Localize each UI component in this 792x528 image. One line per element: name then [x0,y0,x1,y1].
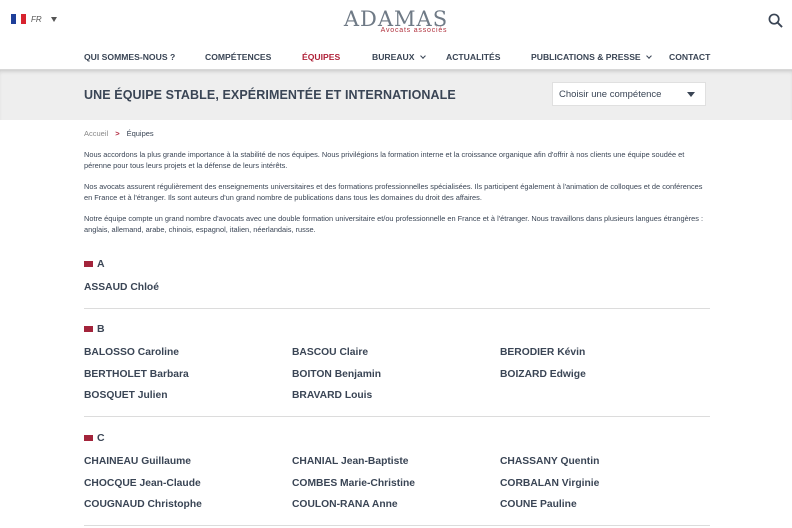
nav-item-label: COMPÉTENCES [205,52,272,62]
section-divider [84,416,710,417]
team-member-link[interactable]: COULON-RANA Anne [292,499,398,510]
nav-item-label: BUREAUX [372,52,415,62]
intro-paragraph: Nos avocats assurent régulièrement des e… [84,182,703,202]
competence-select[interactable]: Choisir une compétence [552,82,706,106]
nav-item-2[interactable]: COMPÉTENCES [205,52,271,62]
nav-item-3[interactable]: ÉQUIPES [302,52,340,62]
team-member-link[interactable]: BERODIER Kévin [500,347,585,358]
team-member-link[interactable]: CHANIAL Jean-Baptiste [292,456,409,467]
nav-item-label: CONTACT [669,52,711,62]
nav-item-label: QUI SOMMES-NOUS ? [84,52,176,62]
team-member-link[interactable]: COUGNAUD Christophe [84,499,202,510]
caret-down-icon [687,92,695,97]
nav-item-label: PUBLICATIONS & PRESSE [531,52,641,62]
team-member-link[interactable]: CORBALAN Virginie [500,478,599,489]
letter-label: B [97,323,105,335]
letter-heading: B [84,323,105,335]
logo-sub-text: Avocats associés [380,27,448,34]
nav-item-4[interactable]: BUREAUX [372,52,426,62]
team-member-link[interactable]: COUNE Pauline [500,499,577,510]
adamas-logo[interactable]: ADAMAS Avocats associés [0,8,792,34]
intro-paragraph: Notre équipe compte un grand nombre d'av… [84,214,704,234]
nav-item-label: ACTUALITÉS [446,52,501,62]
team-member-link[interactable]: BOSQUET Julien [84,390,168,401]
nav-item-7[interactable]: CONTACT [669,52,710,62]
intro-paragraph: Nous accordons la plus grande importance… [84,150,685,170]
nav-item-label: ÉQUIPES [302,52,341,62]
nav-item-1[interactable]: QUI SOMMES-NOUS ? [84,52,175,62]
team-member-link[interactable]: ASSAUD Chloé [84,282,159,293]
main-navigation: QUI SOMMES-NOUS ? COMPÉTENCES ÉQUIPES BUREA… [0,52,792,69]
breadcrumb: Accueil > Équipes [84,129,154,138]
breadcrumb-separator: > [115,129,120,138]
letter-marker-icon [84,435,93,441]
section-divider [84,525,710,526]
letter-marker-icon [84,326,93,332]
team-member-link[interactable]: BOITON Benjamin [292,369,381,380]
breadcrumb-home-link[interactable]: Accueil [84,129,108,138]
team-member-link[interactable]: CHAINEAU Guillaume [84,456,191,467]
nav-item-5[interactable]: ACTUALITÉS [446,52,500,62]
nav-item-6[interactable]: PUBLICATIONS & PRESSE [531,52,652,62]
team-member-link[interactable]: BALOSSO Caroline [84,347,179,358]
section-divider [84,308,710,309]
team-member-link[interactable]: CHASSANY Quentin [500,456,599,467]
team-member-link[interactable]: BERTHOLET Barbara [84,369,189,380]
letter-marker-icon [84,261,93,267]
team-member-link[interactable]: CHOCQUE Jean-Claude [84,478,201,489]
letter-heading: A [84,258,105,270]
letter-label: A [97,258,105,270]
search-icon[interactable] [768,13,783,28]
page-title: UNE ÉQUIPE STABLE, EXPÉRIMENTÉE ET INTER… [84,88,456,102]
breadcrumb-current: Équipes [126,129,154,138]
competence-select-value: Choisir une compétence [559,88,662,100]
team-member-link[interactable]: BOIZARD Edwige [500,369,586,380]
letter-label: C [97,432,105,444]
letter-heading: C [84,432,105,444]
team-member-link[interactable]: COMBES Marie-Christine [292,478,415,489]
chevron-down-icon [645,53,652,59]
team-member-link[interactable]: BASCOU Claire [292,347,368,358]
team-member-link[interactable]: BRAVARD Louis [292,390,372,401]
chevron-down-icon [419,53,426,59]
